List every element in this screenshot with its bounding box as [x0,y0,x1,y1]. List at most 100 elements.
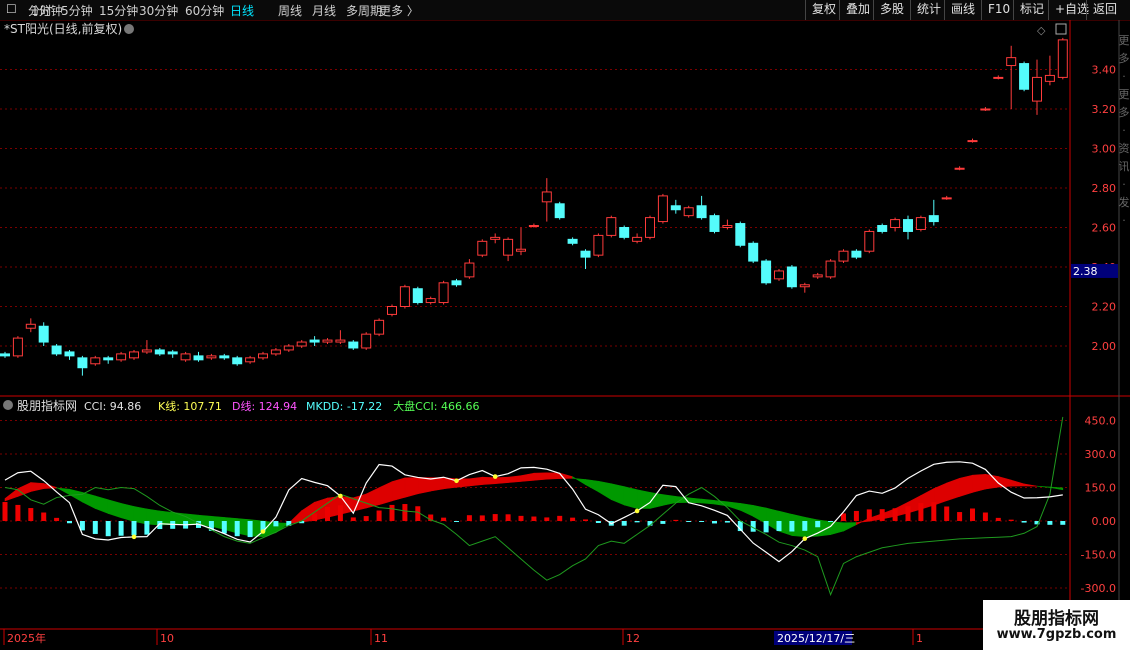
candle [709,213,720,234]
kd-ribbon [688,497,702,504]
ind-tick-label: 300.0 [1085,448,1117,461]
kd-ribbon [469,476,483,487]
kd-ribbon [959,474,973,497]
candle [283,344,294,352]
candle [335,330,346,345]
watermark-logo: 股朋指标网 www.7gpzb.com [983,600,1130,650]
mkdd-bar [54,517,60,521]
signal-dot [802,536,808,541]
kd-ribbon [4,488,19,502]
kd-ribbon [546,472,561,480]
candle [580,249,591,269]
candle [425,296,436,305]
kd-ribbon [95,495,109,514]
candle [374,318,385,337]
candle [838,249,849,264]
ind-tick-label: 0.00 [1092,515,1117,528]
kd-ribbon [404,477,419,498]
panel-toggle-icon [1055,23,1067,35]
mkdd-bar [673,519,679,521]
mkdd-bar [660,521,666,524]
kd-ribbon [843,522,857,532]
signal-dot [454,478,459,484]
side-panel-text: · [1122,70,1126,83]
candle [206,353,217,360]
candle [967,138,978,143]
candle [193,351,204,362]
kd-ribbon [82,492,96,509]
side-panel-text: · [1122,124,1126,137]
mkdd-bar [234,521,240,537]
indicator-readout: 大盘CCI: 466.66 [393,399,479,413]
kd-ribbon [946,477,960,502]
diamond-icon: ◇ [1037,24,1046,37]
price-tick-label: 2.80 [1092,182,1117,195]
mkdd-bar [802,521,808,531]
candle [451,278,462,287]
candle [851,249,862,260]
candle [928,199,939,226]
candle [438,280,449,305]
kd-ribbon [636,489,651,509]
candle [296,340,307,348]
kd-ribbon [378,481,393,506]
candle [90,355,101,366]
candle [232,355,243,366]
candle [167,349,178,358]
kd-ribbon [610,483,625,506]
side-panel-text: 发 [1119,195,1130,209]
price-title: *ST阳光(日线,前复权) [4,21,122,36]
mkdd-bar [595,521,601,524]
kd-ribbon [1023,483,1038,487]
mkdd-bar [776,521,782,532]
side-panel-text: 多 [1119,105,1130,119]
candle [606,215,617,238]
kd-ribbon [585,479,599,493]
candle [348,340,359,350]
candle [490,233,501,244]
candle [38,322,49,346]
watermark-url: www.7gpzb.com [996,627,1117,642]
candle [77,355,88,376]
candle [748,241,759,264]
mkdd-bar [621,521,627,526]
chart-axes: 2025年 10 11 12 1 2025/12/17/三 [0,628,1070,645]
kd-ribbon [417,477,432,495]
candle [619,225,630,240]
date-label: 1 [916,632,923,645]
kd-ribbon [391,477,406,502]
candle [632,233,643,244]
mkdd-bar [724,521,730,523]
mkdd-bar [67,521,72,524]
price-panel: 3.403.203.002.802.602.402.202.00*ST阳光(日线… [0,20,1130,650]
candle [786,265,797,289]
side-panel-text: 更 [1119,88,1130,101]
mkdd-bar [312,513,318,521]
kd-ribbon [598,480,612,501]
candle [116,351,127,362]
candle [1057,37,1068,80]
ind-tick-label: 450.0 [1085,415,1117,428]
candle [915,215,926,232]
current-price-label: 2.38 [1073,265,1098,278]
candle [399,284,410,309]
candle [993,75,1004,80]
kd-ribbon [481,476,496,485]
mkdd-bar [363,516,369,521]
ind-tick-label: 150.0 [1085,482,1117,495]
mkdd-bar [479,515,485,521]
mkdd-bar [686,521,692,522]
mkdd-bar [221,521,227,534]
indicator-readout: D线: 124.94 [232,399,297,413]
candle [825,259,836,279]
candle [864,229,875,254]
kd-ribbon [701,498,715,505]
candle [0,351,10,358]
mkdd-bar [350,517,356,521]
candle [735,221,746,248]
candle [1044,55,1055,86]
mkdd-bar [1021,521,1027,523]
mkdd-bar [866,509,872,521]
kd-ribbon [997,476,1012,488]
candle [593,233,604,258]
